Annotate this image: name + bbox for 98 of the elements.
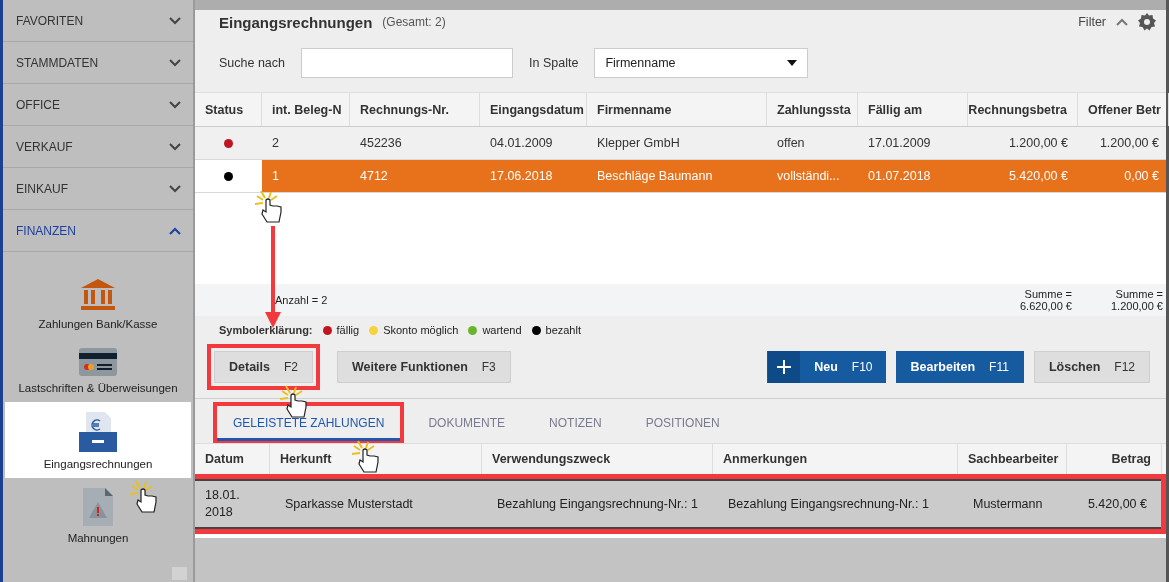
- chevron-down-icon: [169, 16, 181, 25]
- table-cell-text: 04.01.2009: [489, 135, 554, 152]
- sidebar-section[interactable]: VERKAUF: [3, 126, 193, 168]
- legend-item: wartend: [468, 324, 522, 336]
- table-cell-text: 2: [271, 135, 280, 152]
- action-button[interactable]: Details F2: [214, 351, 313, 383]
- filter-link[interactable]: Filter: [1078, 15, 1106, 29]
- section-label: EINKAUF: [16, 181, 68, 196]
- table-cell-text: Sparkasse Musterstadt: [284, 496, 414, 513]
- section-label: FAVORITEN: [16, 13, 84, 28]
- tab[interactable]: POSITIONEN: [629, 405, 736, 441]
- warning-document-icon: [83, 488, 113, 526]
- page-title: Eingangsrechnungen: [219, 13, 373, 31]
- section-label: VERKAUF: [16, 139, 73, 154]
- sidebar-item[interactable]: Mahnungen: [5, 478, 191, 552]
- action-button[interactable]: Weitere Funktionen F3: [337, 351, 511, 383]
- tab[interactable]: DOKUMENTE: [412, 405, 522, 441]
- search-label: Suche nach: [219, 56, 286, 70]
- column-header[interactable]: Zahlungssta: [767, 93, 858, 126]
- sidebar-item-label: Lastschriften & Überweisungen: [18, 382, 178, 394]
- column-header[interactable]: Anmerkungen: [713, 444, 958, 474]
- dropdown-caret-icon: [787, 60, 798, 66]
- sidebar-item-label: Eingangsrechnungen: [43, 458, 153, 470]
- chevron-down-icon: [169, 58, 181, 67]
- sidebar-section[interactable]: FAVORITEN: [3, 0, 193, 42]
- column-sum: Summe = 1.200,00 €: [1110, 288, 1163, 312]
- table-cell-text: 1.200,00 €: [1007, 135, 1069, 152]
- table-cell-text: vollständi...: [776, 168, 841, 185]
- table-cell-text: 17.01.2009: [867, 135, 932, 152]
- column-header[interactable]: Rechnungsbetra: [968, 93, 1078, 126]
- table-row[interactable]: 2 452236 04.01.2009 Klepper GmbH offen 17.01.2009 1.200,00 € 1.200,00 €: [195, 127, 1166, 160]
- sidebar-item[interactable]: Zahlungen Bank/Kasse: [5, 252, 191, 338]
- table-cell-text: offen: [776, 135, 806, 152]
- action-button[interactable]: Löschen F12: [1033, 351, 1150, 383]
- column-header[interactable]: Fällig am: [858, 93, 968, 126]
- table-cell-text: Bezahlung Eingangsrechnung-Nr.: 1: [496, 496, 699, 513]
- sidebar-item-label: Mahnungen: [67, 532, 129, 544]
- search-field[interactable]: [301, 48, 514, 78]
- sidebar-section[interactable]: EINKAUF: [3, 168, 193, 210]
- column-header[interactable]: Firmenname: [587, 93, 767, 126]
- column-header[interactable]: Eingangsdatum: [480, 93, 587, 126]
- action-button[interactable]: Neu F10: [767, 351, 886, 383]
- sidebar-section[interactable]: STAMMDATEN: [3, 42, 193, 84]
- column-header[interactable]: Datum: [195, 444, 270, 474]
- chevron-up-icon: [1116, 18, 1128, 26]
- table-cell-text: Klepper GmbH: [596, 135, 681, 152]
- plus-icon: [777, 360, 792, 374]
- table-cell-text: Mustermann: [972, 496, 1044, 513]
- sidebar-section[interactable]: OFFICE: [3, 84, 193, 126]
- chevron-down-icon: [169, 142, 181, 151]
- table-cell-text: 01.07.2018: [867, 168, 932, 185]
- chevron-down-icon: [169, 100, 181, 109]
- column-header[interactable]: Offener Betr: [1078, 93, 1169, 126]
- column-header[interactable]: Sachbearbeiter: [958, 444, 1067, 474]
- column-sum: Summe = 6.620,00 €: [1019, 288, 1072, 312]
- column-header[interactable]: Rechnungs-Nr.: [350, 93, 480, 126]
- table-cell-text: 18.01. 2018: [204, 486, 241, 521]
- chevron-down-icon: [169, 184, 181, 193]
- hand-cursor-icon: [280, 385, 310, 419]
- hand-cursor-icon: [130, 480, 160, 514]
- sidebar-item[interactable]: Lastschriften & Überweisungen: [5, 338, 191, 402]
- column-header[interactable]: Verwendungszweck: [482, 444, 713, 474]
- settings-icon[interactable]: [1138, 13, 1156, 31]
- sidebar-section[interactable]: FINANZEN: [3, 210, 193, 252]
- table-cell-text: Beschläge Baumann: [596, 168, 714, 185]
- table-cell-text: 4712: [359, 168, 389, 185]
- row-count: Anzahl = 2: [275, 294, 328, 306]
- table-cell-text: 1.200,00 €: [1098, 135, 1160, 152]
- column-header[interactable]: Betrag: [1067, 444, 1162, 474]
- chevron-up-icon: [169, 226, 181, 235]
- table-cell-text: 0,00 €: [1123, 168, 1160, 185]
- total-count: (Gesamt: 2): [382, 15, 446, 29]
- credit-card-icon: [79, 348, 117, 376]
- tab[interactable]: NOTIZEN: [533, 405, 618, 441]
- section-label: OFFICE: [16, 97, 60, 112]
- table-cell-text: Bezahlung Eingangsrechnung-Nr.: 1: [727, 496, 930, 513]
- invoice-tray-icon: [79, 412, 117, 452]
- bank-icon: [79, 278, 117, 312]
- column-header[interactable]: Status: [195, 93, 262, 126]
- section-label: STAMMDATEN: [16, 55, 99, 70]
- legend-item: fällig: [322, 324, 360, 336]
- table-cell-text: 17.06.2018: [489, 168, 554, 185]
- table-cell-text: 5.420,00 €: [1086, 496, 1148, 513]
- section-label: FINANZEN: [16, 223, 76, 238]
- action-button[interactable]: Bearbeiten F11: [895, 351, 1024, 383]
- hand-cursor-icon: [255, 190, 285, 224]
- table-cell-text: 5.420,00 €: [1007, 168, 1069, 185]
- column-dropdown[interactable]: Firmenname: [594, 48, 809, 78]
- legend-label: Symbolerklärung:: [219, 324, 313, 336]
- legend-item: bezahlt: [531, 324, 581, 336]
- table-cell-text: 452236: [359, 135, 403, 152]
- column-header[interactable]: int. Beleg-N: [262, 93, 350, 126]
- table-cell-text: 1: [271, 168, 280, 185]
- payment-row[interactable]: 18.01. 2018 Sparkasse Musterstadt Bezahlung Eingangsrechnung-Nr.: 1 Bezahlung Eingangsrechnung-Nr.: 1 Mustermann 5.420,00 €: [195, 479, 1161, 529]
- sidebar-item[interactable]: Eingangsrechnungen: [5, 402, 191, 478]
- sidebar-item-label: Zahlungen Bank/Kasse: [38, 318, 158, 330]
- legend-item: Skonto möglich: [369, 324, 459, 336]
- column-label: In Spalte: [529, 56, 579, 70]
